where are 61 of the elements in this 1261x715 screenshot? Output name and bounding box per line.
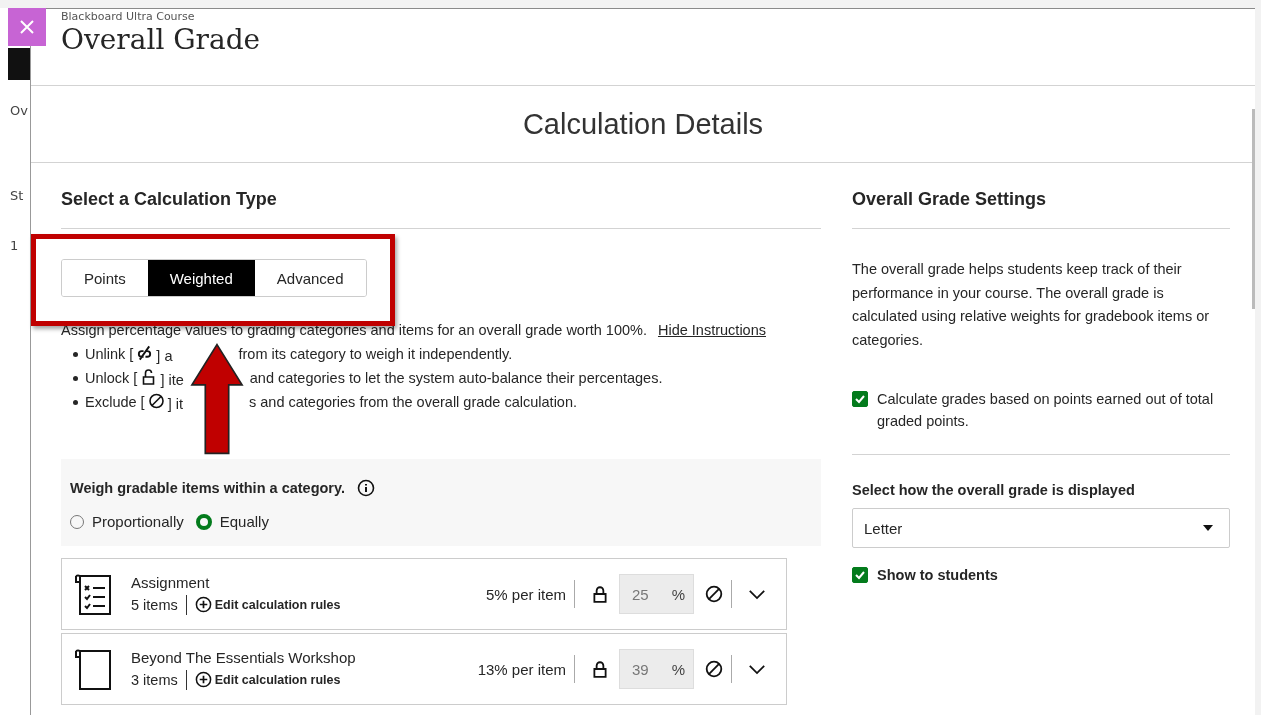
per-item-text: 13% per item (477, 660, 566, 678)
bullet-text: Exclude [ (85, 394, 145, 410)
unlink-icon (136, 344, 154, 361)
background-text: St (10, 188, 24, 203)
bullet-text: ] ite (160, 371, 184, 388)
chevron-down-icon[interactable] (748, 663, 766, 675)
instructions-text: Assign percentage values to grading categories and items for an overall grade worth 100%. (61, 322, 647, 338)
close-button[interactable] (8, 8, 46, 46)
settings-description: The overall grade helps students keep track of their performance in your course. The overall grade is calculated using relative weights for gradebook items or categories. (852, 260, 1211, 350)
checkbox[interactable] (852, 567, 868, 583)
section-heading: Overall Grade Settings (852, 163, 1230, 229)
chevron-down-icon[interactable] (748, 588, 766, 600)
bullet-text: Unlock [ (85, 370, 138, 386)
background-text: 1 (10, 238, 19, 253)
item-count: 5 items (131, 596, 178, 613)
add-icon (194, 671, 212, 688)
exclude-icon (147, 392, 165, 409)
dark-block (8, 48, 30, 80)
scrollbar-thumb[interactable] (1252, 109, 1255, 309)
bullet-text: ] a (156, 347, 173, 364)
bullet-text: and categories to let the system auto-balance their percentages. (249, 370, 663, 386)
caret-icon (1203, 525, 1213, 531)
percentage-field[interactable]: 39 % (619, 649, 694, 689)
bullet-text: from its category to weigh it independently. (238, 346, 513, 362)
bullet-icon (73, 399, 78, 405)
bullet-text: s and categories from the overall grade calculation. (248, 394, 577, 410)
radio-button[interactable] (195, 513, 212, 530)
hide-instructions-link[interactable]: Hide Instructions (658, 322, 766, 338)
category-name: Beyond The Essentials Workshop (131, 648, 357, 666)
exclude-icon[interactable] (705, 585, 723, 603)
category-name: Assignment (131, 573, 211, 591)
item-count: 3 items (131, 671, 178, 688)
document-icon (74, 647, 114, 691)
padlock-icon[interactable] (591, 660, 609, 678)
info-icon[interactable] (357, 479, 376, 497)
edit-rules-link[interactable]: Edit calculation rules (194, 671, 341, 688)
checkbox[interactable] (852, 391, 868, 407)
bullet-text: ] it (167, 395, 183, 412)
modal-title: Overall Grade (61, 23, 262, 57)
radio-label: Equally (219, 513, 269, 530)
add-icon (194, 596, 212, 613)
bullet-icon (73, 375, 78, 381)
padlock-icon[interactable] (591, 585, 609, 603)
radio-label: Proportionally (92, 513, 184, 530)
calculation-type-tab[interactable]: Weighted (147, 260, 255, 296)
checklist-icon (74, 572, 114, 616)
grade-display-dropdown[interactable]: Letter (852, 508, 1230, 548)
weigh-label: Weigh gradable items within a category. (70, 480, 346, 496)
field-label: Select how the overall grade is displayed (852, 482, 1136, 498)
percentage-field[interactable]: 25 % (619, 574, 694, 614)
close-icon (19, 19, 35, 35)
exclude-icon[interactable] (705, 660, 723, 678)
bullet-icon (73, 351, 78, 357)
section-heading: Select a Calculation Type (61, 163, 821, 229)
bullet-text: Unlink [ (85, 346, 134, 362)
background-text: Ov (10, 103, 28, 118)
breadcrumb-text: Blackboard Ultra Course (61, 9, 196, 23)
checkbox-label: Show to students (877, 566, 998, 585)
checkbox-label: Calculate grades based on points earned out of total graded points. (877, 390, 1215, 431)
edit-rules-link[interactable]: Edit calculation rules (194, 596, 341, 613)
per-item-text: 5% per item (485, 585, 566, 603)
